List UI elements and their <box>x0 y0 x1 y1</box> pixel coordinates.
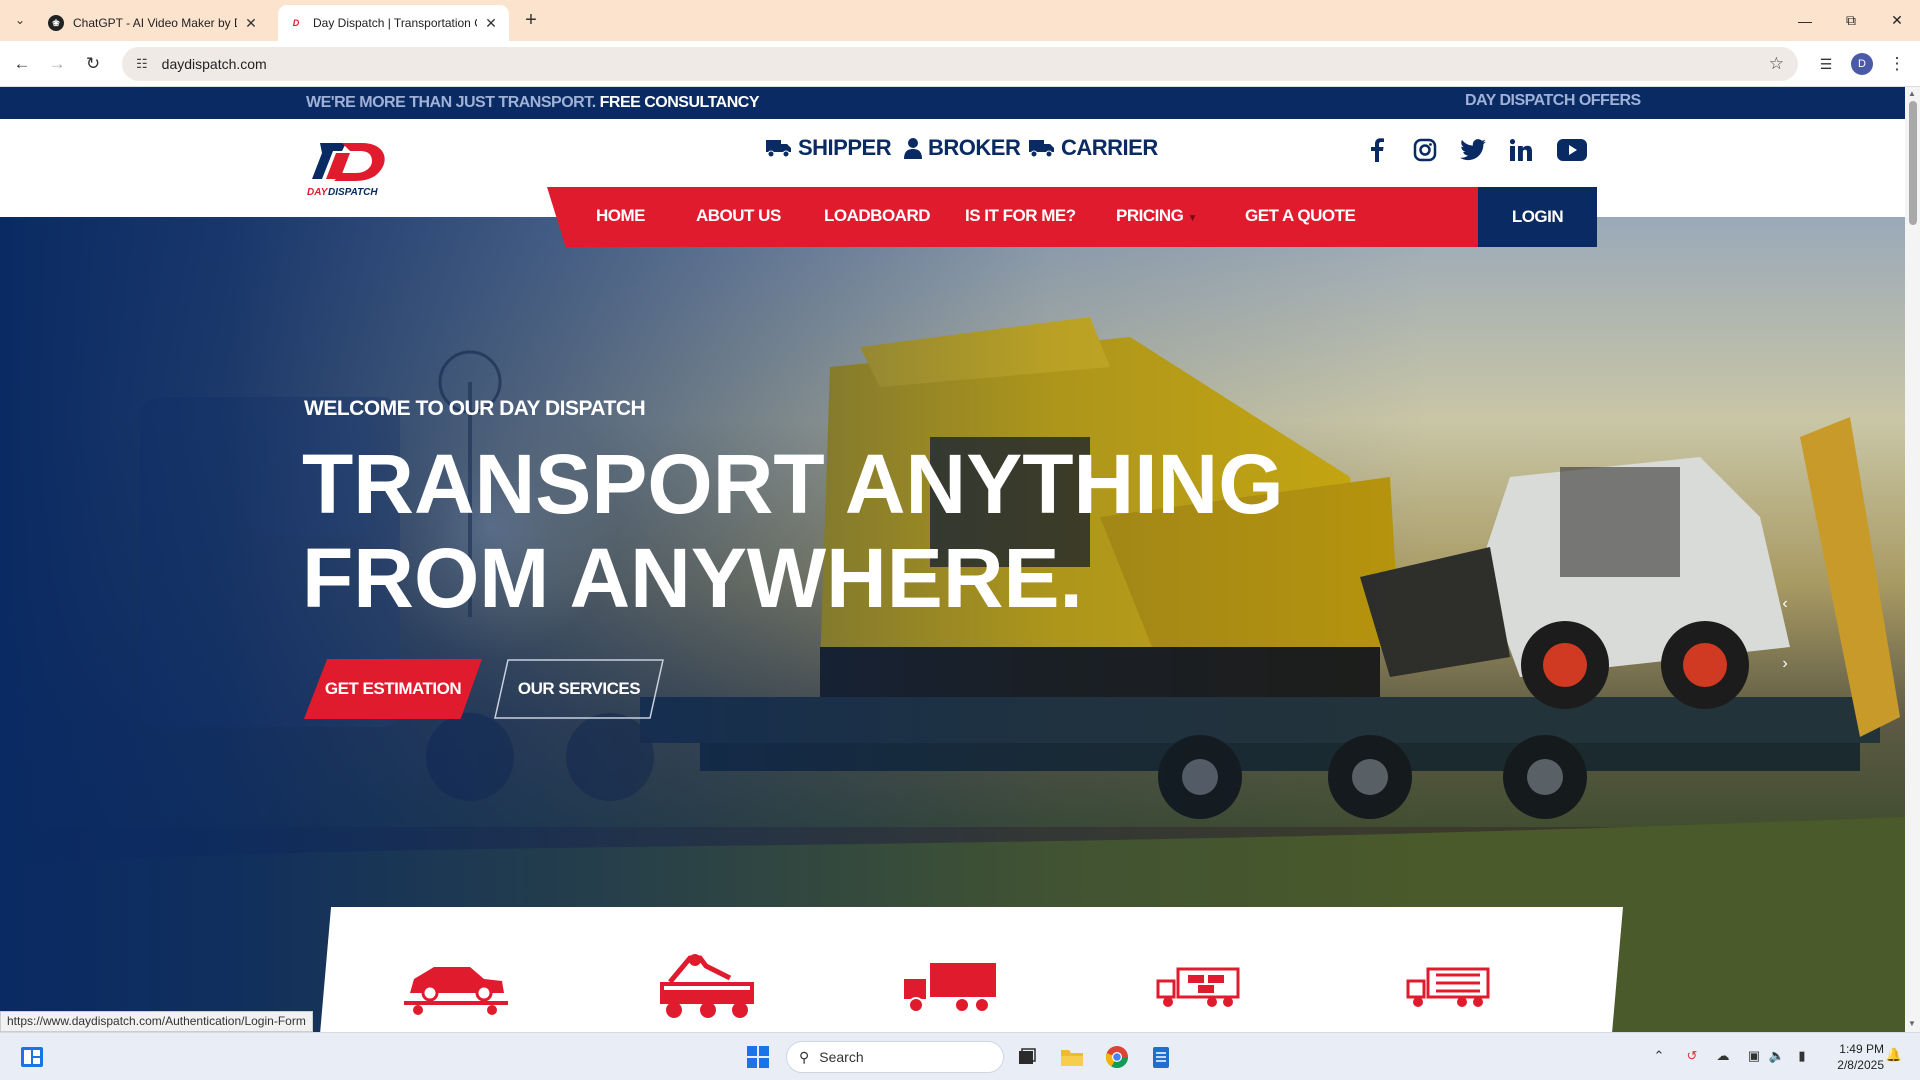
nav-home[interactable]: HOME <box>596 206 646 226</box>
reload-icon[interactable]: ↻ <box>79 50 107 78</box>
day-dispatch-logo[interactable]: DAY DISPATCH <box>306 139 388 199</box>
onedrive-icon[interactable]: ☁ <box>1714 1047 1732 1065</box>
task-view-icon[interactable] <box>1013 1043 1041 1071</box>
services-card-strip <box>318 907 1623 1032</box>
our-services-button[interactable]: OUR SERVICES <box>494 659 664 719</box>
shipper-label: SHIPPER <box>798 135 892 160</box>
truck-icon <box>1029 138 1055 158</box>
menu-kebab-icon[interactable]: ⋮ <box>1883 50 1911 78</box>
caret-down-icon: ▼ <box>1187 213 1198 224</box>
site-top-bar: WE'RE MORE THAN JUST TRANSPORT. FREE CON… <box>0 87 1905 119</box>
carousel-next-icon[interactable]: › <box>1775 655 1795 675</box>
instagram-icon[interactable] <box>1410 135 1440 165</box>
taskbar-clock[interactable]: 1:49 PM 2/8/2025 <box>1818 1041 1884 1073</box>
chatgpt-icon: ❀ <box>48 15 64 31</box>
scroll-down-icon[interactable]: ▼ <box>1908 1019 1916 1028</box>
truck-icon <box>766 138 792 158</box>
user-icon <box>904 137 922 159</box>
tagline-text: WE'RE MORE THAN JUST TRANSPORT. <box>306 94 596 111</box>
nav-is-it-for-me[interactable]: IS IT FOR ME? <box>965 206 1076 226</box>
container-truck-icon[interactable] <box>1406 957 1490 1017</box>
media-control-icon[interactable]: ☰ <box>1812 50 1840 78</box>
tab-daydispatch[interactable]: D Day Dispatch | Transportation C ✕ <box>278 5 509 41</box>
site-info-icon[interactable]: ☷ <box>136 56 148 72</box>
main-navigation: HOME ABOUT US LOADBOARD IS IT FOR ME? PR… <box>547 187 1597 247</box>
bookmark-star-icon[interactable]: ☆ <box>1769 54 1784 74</box>
web-page: WE'RE MORE THAN JUST TRANSPORT. FREE CON… <box>0 87 1905 1032</box>
headline-line-2: FROM ANYWHERE. <box>302 531 1083 625</box>
clock-date: 2/8/2025 <box>1837 1058 1884 1072</box>
nav-pricing[interactable]: PRICING ▼ <box>1116 206 1198 226</box>
back-icon[interactable]: ← <box>8 50 36 78</box>
notification-bell-icon[interactable]: 🔔 <box>1884 1047 1904 1067</box>
carousel-prev-icon[interactable]: ‹ <box>1775 595 1795 615</box>
car-carrier-icon[interactable] <box>400 957 510 1017</box>
profile-avatar[interactable]: D <box>1851 53 1873 75</box>
top-tagline: WE'RE MORE THAN JUST TRANSPORT. FREE CON… <box>306 94 760 112</box>
shipper-link[interactable]: SHIPPER <box>766 135 892 161</box>
daydispatch-icon: D <box>292 18 300 28</box>
tray-overflow-icon[interactable]: ⌃ <box>1650 1047 1668 1065</box>
restore-icon[interactable]: ⧉ <box>1828 0 1874 41</box>
network-icon[interactable]: ▣ <box>1745 1047 1763 1065</box>
windows-taskbar: ⚲ Search ⌃ ↺ ☁ ▣ 🔈 ▮ 1:49 PM 2/8/2025 🔔 <box>0 1032 1920 1080</box>
battery-icon[interactable]: ▮ <box>1793 1047 1811 1065</box>
headline-line-1: TRANSPORT ANYTHING <box>302 437 1284 531</box>
search-icon: ⚲ <box>799 1048 810 1065</box>
clock-time: 1:49 PM <box>1839 1042 1884 1056</box>
status-url-tooltip: https://www.daydispatch.com/Authenticati… <box>0 1011 313 1032</box>
broker-label: BROKER <box>928 135 1021 160</box>
svg-text:DISPATCH: DISPATCH <box>328 187 378 198</box>
linkedin-icon[interactable] <box>1506 135 1536 165</box>
free-consultancy-link[interactable]: FREE CONSULTANCY <box>600 94 760 111</box>
taskbar-search-placeholder: Search <box>819 1049 864 1065</box>
svg-text:DAY: DAY <box>307 187 329 198</box>
widgets-icon[interactable] <box>20 1045 44 1069</box>
volume-icon[interactable]: 🔈 <box>1768 1047 1786 1065</box>
browser-tab-bar: ⌄ ❀ ChatGPT - AI Video Maker by D ✕ D Da… <box>0 0 1920 41</box>
forward-icon[interactable]: → <box>43 50 71 78</box>
nav-about-us[interactable]: ABOUT US <box>696 206 781 226</box>
tow-truck-icon[interactable] <box>650 954 760 1018</box>
tab-title: Day Dispatch | Transportation C <box>313 16 477 30</box>
our-services-label: OUR SERVICES <box>517 679 641 698</box>
box-truck-icon[interactable] <box>902 957 998 1017</box>
minimize-icon[interactable]: — <box>1782 0 1828 41</box>
facebook-icon[interactable] <box>1362 135 1392 165</box>
carrier-label: CARRIER <box>1061 135 1158 160</box>
nav-loadboard[interactable]: LOADBOARD <box>824 206 931 226</box>
twitter-icon[interactable] <box>1458 135 1488 165</box>
chrome-icon[interactable] <box>1103 1043 1131 1071</box>
close-tab-icon[interactable]: ✕ <box>243 15 259 32</box>
new-tab-button[interactable]: + <box>518 8 544 34</box>
page-scrollbar[interactable]: ▲ ▼ <box>1905 87 1920 1032</box>
nav-pricing-label: PRICING <box>1116 206 1184 225</box>
url-text: daydispatch.com <box>161 56 267 72</box>
windows-start-icon[interactable] <box>747 1046 769 1068</box>
carrier-link[interactable]: CARRIER <box>1029 135 1158 161</box>
notepad-icon[interactable] <box>1147 1043 1175 1071</box>
scroll-up-icon[interactable]: ▲ <box>1908 89 1916 98</box>
tab-chatgpt[interactable]: ❀ ChatGPT - AI Video Maker by D ✕ <box>38 5 269 41</box>
youtube-icon[interactable] <box>1555 135 1589 165</box>
file-explorer-icon[interactable] <box>1058 1043 1086 1071</box>
browser-toolbar: ← → ↻ ☷ daydispatch.com ☆ ☰ ⋮ <box>0 41 1920 87</box>
address-bar[interactable]: ☷ daydispatch.com ☆ <box>122 47 1798 81</box>
nav-get-a-quote[interactable]: GET A QUOTE <box>1245 206 1356 226</box>
day-dispatch-offers[interactable]: DAY DISPATCH OFFERS <box>1465 92 1641 110</box>
taskbar-search[interactable]: ⚲ Search <box>786 1041 1004 1073</box>
sync-icon[interactable]: ↺ <box>1683 1047 1701 1065</box>
close-window-icon[interactable]: ✕ <box>1874 0 1920 41</box>
get-estimation-button[interactable]: GET ESTIMATION <box>304 659 482 719</box>
hero-welcome: WELCOME TO OUR DAY DISPATCH <box>304 397 646 420</box>
close-tab-icon[interactable]: ✕ <box>483 15 499 32</box>
tab-title: ChatGPT - AI Video Maker by D <box>73 16 237 30</box>
scrollbar-thumb[interactable] <box>1909 101 1917 225</box>
broker-link[interactable]: BROKER <box>904 135 1021 161</box>
freight-truck-icon[interactable] <box>1156 957 1240 1017</box>
tab-search-dropdown-icon[interactable]: ⌄ <box>8 8 32 32</box>
hero-headline: TRANSPORT ANYTHING FROM ANYWHERE. <box>302 437 1284 625</box>
login-button[interactable]: LOGIN <box>1478 187 1597 247</box>
